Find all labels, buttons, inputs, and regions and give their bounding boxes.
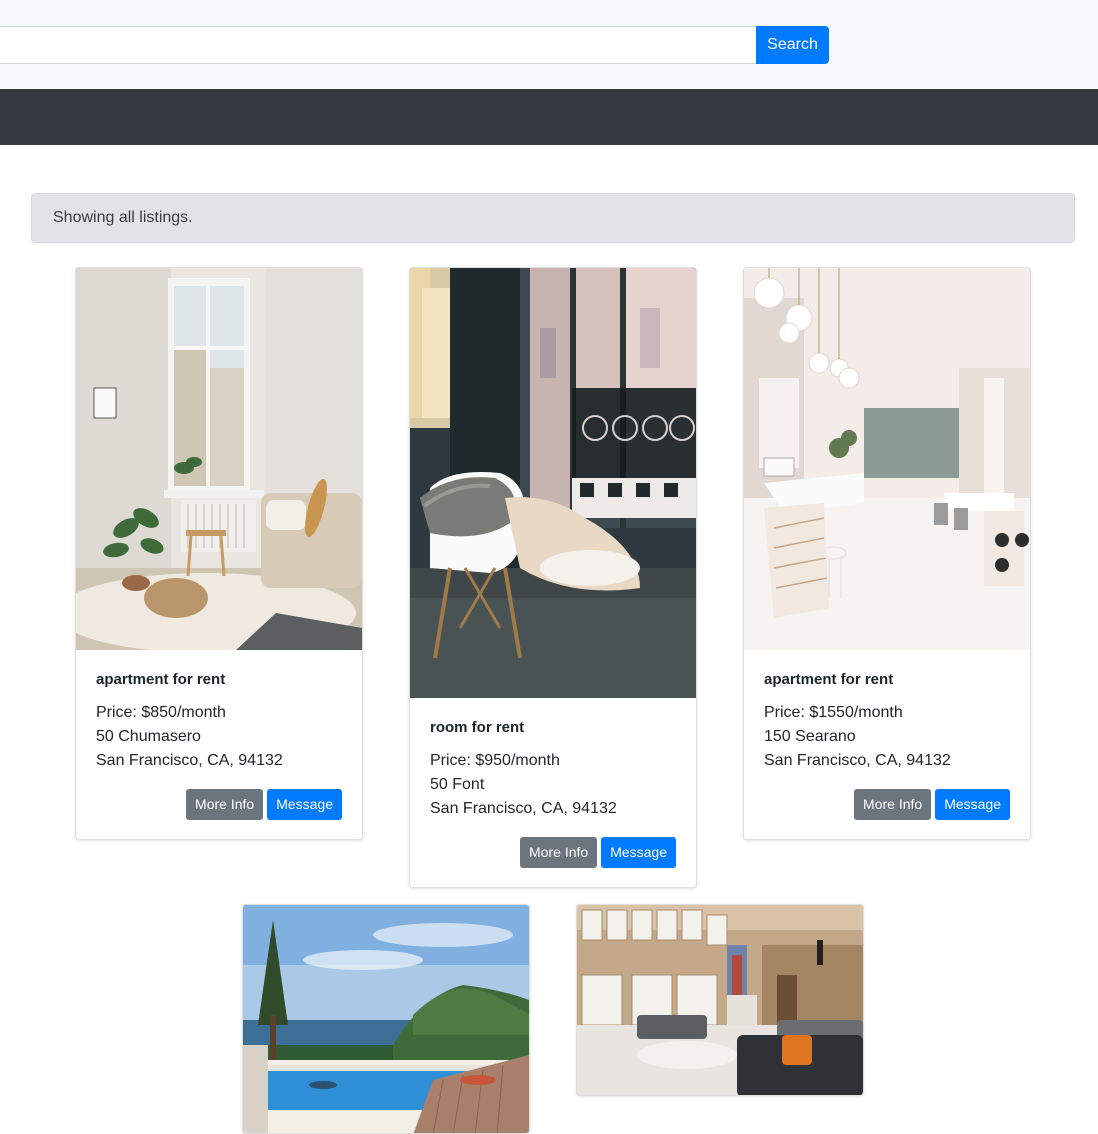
listing-address: 150 Searano xyxy=(764,728,856,745)
search-button[interactable]: Search xyxy=(756,26,829,64)
listing-city: San Francisco, CA, 94132 xyxy=(430,800,617,817)
listing-card: room for rent Price: $950/month 50 Font … xyxy=(409,267,697,888)
listing-address: 50 Font xyxy=(430,776,485,793)
listing-photo[interactable] xyxy=(243,905,529,1133)
listing-address: 50 Chumasero xyxy=(96,728,201,745)
listing-title: room for rent xyxy=(430,719,525,736)
listing-title: apartment for rent xyxy=(764,671,894,688)
message-button[interactable]: Message xyxy=(935,789,1010,820)
search-input[interactable] xyxy=(0,26,757,64)
listing-price: Price: $850/month xyxy=(96,704,226,721)
listing-photo[interactable] xyxy=(76,268,362,650)
navbar xyxy=(0,89,1098,145)
listing-card xyxy=(242,904,530,1134)
more-info-button[interactable]: More Info xyxy=(854,789,932,820)
listing-photo[interactable] xyxy=(577,905,863,1095)
top-search-bar: Search xyxy=(0,0,1098,89)
listings-status-alert: Showing all listings. xyxy=(31,193,1075,243)
listing-city: San Francisco, CA, 94132 xyxy=(96,752,283,769)
listing-price: Price: $1550/month xyxy=(764,704,903,721)
more-info-button[interactable]: More Info xyxy=(186,789,264,820)
more-info-button[interactable]: More Info xyxy=(520,837,598,868)
alert-text: Showing all listings. xyxy=(53,209,193,226)
listing-photo[interactable] xyxy=(744,268,1030,650)
listing-card xyxy=(576,904,864,1096)
listing-price: Price: $950/month xyxy=(430,752,560,769)
listing-card: apartment for rent Price: $1550/month 15… xyxy=(743,267,1031,840)
listing-card: apartment for rent Price: $850/month 50 … xyxy=(75,267,363,840)
message-button[interactable]: Message xyxy=(267,789,342,820)
listing-city: San Francisco, CA, 94132 xyxy=(764,752,951,769)
listing-photo[interactable] xyxy=(410,268,696,698)
message-button[interactable]: Message xyxy=(601,837,676,868)
listing-title: apartment for rent xyxy=(96,671,226,688)
